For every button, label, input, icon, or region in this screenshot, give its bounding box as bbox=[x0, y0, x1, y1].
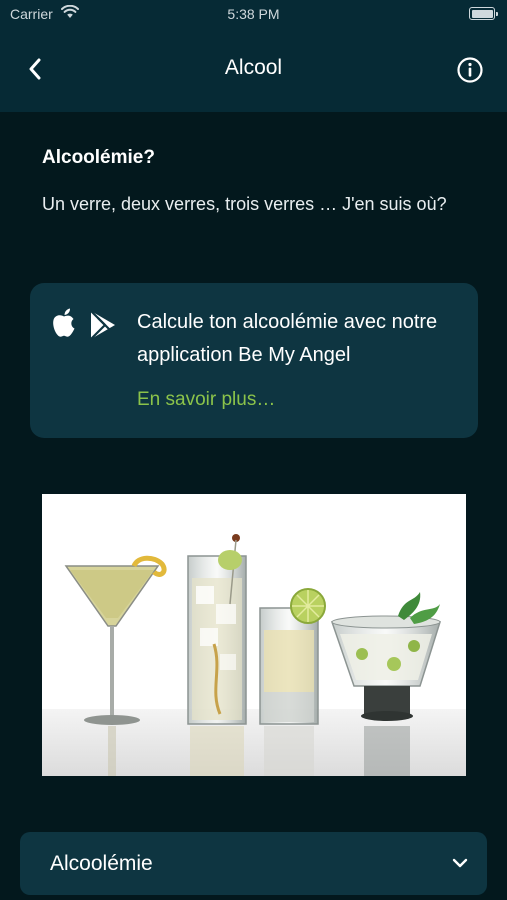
learn-more-link[interactable]: En savoir plus… bbox=[137, 389, 275, 411]
promo-card[interactable]: Calcule ton alcoolémie avec notre applic… bbox=[30, 283, 478, 438]
accordion-alcoolemie[interactable]: Alcoolémie bbox=[20, 832, 487, 895]
status-bar: Carrier 5:38 PM bbox=[0, 0, 507, 28]
promo-text: Calcule ton alcoolémie avec notre applic… bbox=[137, 311, 438, 366]
info-icon[interactable] bbox=[456, 56, 484, 84]
header: Carrier 5:38 PM Alcool bbox=[0, 0, 507, 112]
play-store-icon bbox=[90, 310, 115, 340]
section-text: Un verre, deux verres, trois verres … J'… bbox=[42, 194, 447, 214]
accordion-label: Alcoolémie bbox=[50, 852, 153, 875]
battery-icon bbox=[469, 7, 498, 20]
screen: Carrier 5:38 PM Alcool Alcoolémie? Un ve… bbox=[0, 0, 507, 900]
clock: 5:38 PM bbox=[227, 6, 280, 22]
apple-icon bbox=[53, 308, 75, 337]
section-title: Alcoolémie? bbox=[42, 147, 155, 168]
chevron-down-icon bbox=[452, 858, 468, 868]
cocktail-photo bbox=[42, 494, 466, 776]
page-title: Alcool bbox=[224, 56, 283, 79]
store-icons bbox=[50, 307, 120, 341]
